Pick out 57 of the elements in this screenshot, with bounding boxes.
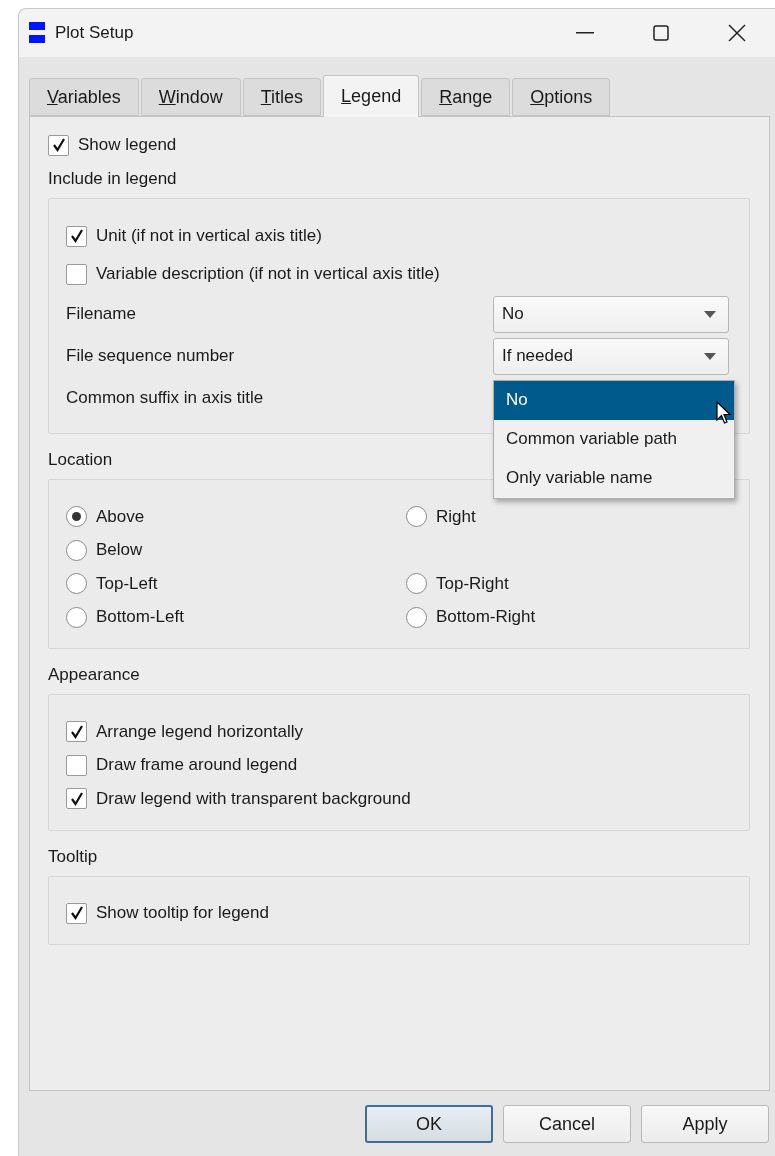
checkbox[interactable] [66,225,87,247]
group-title: Appearance [48,665,141,686]
caret-icon [704,352,716,360]
dialog-button[interactable]: Cancel [503,1105,631,1143]
radio-label: Top-Right [436,573,509,594]
radio-button[interactable] [406,606,427,628]
checkbox[interactable] [66,721,87,743]
checkbox[interactable] [66,263,87,285]
checkbox-label: Show tooltip for legend [96,903,269,924]
tab[interactable]: Options [512,78,611,116]
window-title: Plot Setup [55,23,135,43]
field-label: Common suffix in axis title [66,388,265,408]
menu-item[interactable]: No [494,380,734,420]
radio-button[interactable] [66,606,87,628]
group-title: Tooltip [48,846,99,868]
app-icon [29,22,45,44]
menu-item[interactable]: Common variable path [494,419,734,459]
checkbox-label: Arrange legend horizontally [96,721,303,742]
minimize-icon [576,32,594,34]
maximize-icon [653,25,669,41]
caret-icon [704,310,716,318]
radio-button[interactable] [406,506,427,528]
tab[interactable]: Range [421,78,511,116]
field-label: Filename [66,304,137,324]
dropdown[interactable]: No [493,295,729,333]
dialog-button[interactable]: OK [365,1105,493,1143]
tab[interactable]: Variables [29,78,139,116]
checkbox[interactable] [66,754,87,776]
checkbox[interactable] [66,902,87,924]
radio-label: Above [96,506,145,527]
group-title: Location [48,450,114,471]
radio-button[interactable] [66,506,87,528]
group-title: Include in legend [48,169,178,190]
tab[interactable]: Titles [242,78,322,116]
checkbox-label: Draw legend with transparent background [96,788,411,809]
checkbox-label: Show legend [78,135,177,155]
dialog-button[interactable]: Apply [641,1105,769,1143]
radio-label: Right [436,506,476,527]
radio-label: Below [96,540,143,561]
tab[interactable]: Window [140,78,241,116]
radio-label: Bottom-Left [96,607,184,628]
radio-button[interactable] [66,573,87,595]
checkbox-label: Draw frame around legend [96,755,298,776]
tab[interactable]: Legend [323,75,420,117]
menu-item[interactable]: Only variable name [494,458,734,498]
radio-button[interactable] [66,539,87,561]
checkbox[interactable] [48,134,69,156]
checkbox-label: Unit (if not in vertical axis title) [96,226,322,246]
checkbox-label: Variable description (if not in vertical axis title) [96,264,440,284]
checkbox[interactable] [66,788,87,810]
close-icon [728,24,746,42]
cursor-icon [716,400,732,425]
radio-button[interactable] [406,573,427,595]
radio-label: Top-Left [96,573,158,594]
radio-label: Bottom-Right [436,607,536,628]
field-label: File sequence number [66,346,236,366]
dropdown[interactable]: If needed [493,337,729,375]
